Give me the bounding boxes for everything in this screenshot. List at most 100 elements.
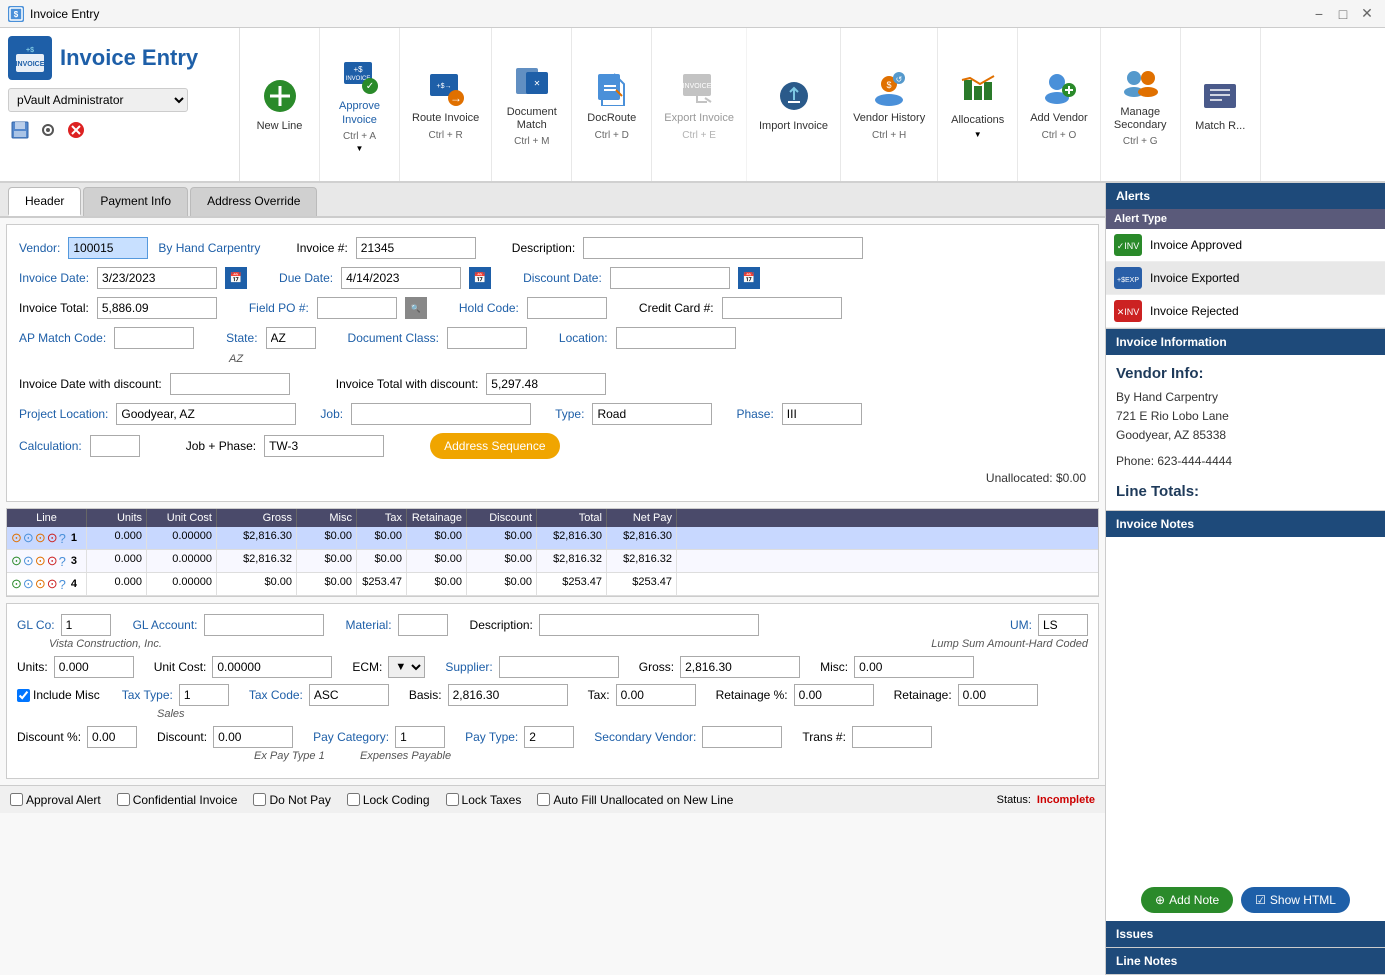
tax-input[interactable]	[616, 684, 696, 706]
row4-icon4[interactable]: ⊙	[47, 576, 58, 592]
table-row[interactable]: ⊙ ⊙ ⊙ ⊙ ? 1 0.000 0.00000 $2,816.30 $0.0…	[7, 527, 1098, 550]
pay-category-input[interactable]	[395, 726, 445, 748]
tab-address-override[interactable]: Address Override	[190, 187, 317, 216]
row1-icon2[interactable]: ⊙	[23, 530, 34, 546]
gl-account-input[interactable]	[204, 614, 324, 636]
confidential-invoice-checkbox[interactable]	[117, 793, 130, 806]
row3-icon4[interactable]: ⊙	[47, 553, 58, 569]
row3-icon3[interactable]: ⊙	[35, 553, 46, 569]
material-input[interactable]	[398, 614, 448, 636]
table-row[interactable]: ⊙ ⊙ ⊙ ⊙ ? 4 0.000 0.00000 $0.00 $0.00 $2…	[7, 573, 1098, 596]
field-po-lookup[interactable]: 🔍	[405, 297, 427, 319]
import-invoice-button[interactable]: Import Invoice	[747, 28, 841, 181]
invoice-num-input[interactable]	[356, 237, 476, 259]
lock-coding-checkbox[interactable]	[347, 793, 360, 806]
invoice-total-discount-input[interactable]	[486, 373, 606, 395]
manage-secondary-button[interactable]: ManageSecondary Ctrl + G	[1101, 28, 1181, 181]
row4-icon3[interactable]: ⊙	[35, 576, 46, 592]
row4-icon1[interactable]: ⊙	[11, 576, 22, 592]
discount-pct-input[interactable]	[87, 726, 137, 748]
tax-type-input[interactable]	[179, 684, 229, 706]
do-not-pay-checkbox[interactable]	[253, 793, 266, 806]
route-invoice-button[interactable]: +$→ → Route Invoice Ctrl + R	[400, 28, 492, 181]
phase-input[interactable]	[782, 403, 862, 425]
description-input[interactable]	[583, 237, 863, 259]
secondary-vendor-input[interactable]	[702, 726, 782, 748]
auto-fill-checkbox[interactable]	[537, 793, 550, 806]
ecm-select[interactable]: ▼	[388, 656, 425, 678]
row3-icon2[interactable]: ⊙	[23, 553, 34, 569]
vendor-history-button[interactable]: $ ↺ Vendor History Ctrl + H	[841, 28, 938, 181]
save-button[interactable]	[8, 118, 32, 142]
maximize-button[interactable]: □	[1333, 4, 1353, 24]
invoice-date-calendar[interactable]: 📅	[225, 267, 247, 289]
alert-row-exported[interactable]: +$EXP Invoice Exported	[1106, 262, 1385, 295]
field-po-input[interactable]	[317, 297, 397, 319]
misc-input[interactable]	[854, 656, 974, 678]
ap-match-input[interactable]	[114, 327, 194, 349]
job-input[interactable]	[351, 403, 531, 425]
approval-alert-checkbox[interactable]	[10, 793, 23, 806]
invoice-date-input[interactable]	[97, 267, 217, 289]
tab-payment-info[interactable]: Payment Info	[83, 187, 188, 216]
hold-code-input[interactable]	[527, 297, 607, 319]
row3-icon5[interactable]: ?	[59, 554, 66, 569]
include-misc-checkbox[interactable]	[17, 689, 30, 702]
um-input[interactable]	[1038, 614, 1088, 636]
alert-row-approved[interactable]: ✓INV Invoice Approved	[1106, 229, 1385, 262]
user-select[interactable]: pVault Administrator	[8, 88, 188, 112]
add-vendor-button[interactable]: Add Vendor Ctrl + O	[1018, 28, 1101, 181]
export-invoice-button[interactable]: INVOICE Export Invoice Ctrl + E	[652, 28, 747, 181]
trans-num-input[interactable]	[852, 726, 932, 748]
alert-row-rejected[interactable]: ✕INV Invoice Rejected	[1106, 295, 1385, 328]
gross-input[interactable]	[680, 656, 800, 678]
row1-icon4[interactable]: ⊙	[47, 530, 58, 546]
tax-code-input[interactable]	[309, 684, 389, 706]
match-r-button[interactable]: Match R...	[1181, 28, 1261, 181]
ld-description-input[interactable]	[539, 614, 759, 636]
row3-icon1[interactable]: ⊙	[11, 553, 22, 569]
location-input[interactable]	[616, 327, 736, 349]
basis-input[interactable]	[448, 684, 568, 706]
type-input[interactable]	[592, 403, 712, 425]
due-date-input[interactable]	[341, 267, 461, 289]
invoice-date-discount-input[interactable]	[170, 373, 290, 395]
tab-header[interactable]: Header	[8, 187, 81, 216]
supplier-input[interactable]	[499, 656, 619, 678]
due-date-calendar[interactable]: 📅	[469, 267, 491, 289]
settings-button[interactable]	[36, 118, 60, 142]
credit-card-input[interactable]	[722, 297, 842, 319]
add-note-button[interactable]: ⊕ Add Note	[1141, 887, 1233, 913]
row1-icon3[interactable]: ⊙	[35, 530, 46, 546]
approve-invoice-button[interactable]: +$ INVOICE ✓ ApproveInvoice Ctrl + A ▼	[320, 28, 400, 181]
invoice-total-input[interactable]	[97, 297, 217, 319]
document-match-button[interactable]: ✕ DocumentMatch Ctrl + M	[492, 28, 572, 181]
state-input[interactable]	[266, 327, 316, 349]
lock-taxes-checkbox[interactable]	[446, 793, 459, 806]
calculation-input[interactable]	[90, 435, 140, 457]
row1-icon1[interactable]: ⊙	[11, 530, 22, 546]
row4-icon5[interactable]: ?	[59, 577, 66, 592]
minimize-button[interactable]: −	[1309, 4, 1329, 24]
allocations-button[interactable]: Allocations ▼	[938, 28, 1018, 181]
show-html-button[interactable]: ☑ Show HTML	[1241, 887, 1350, 913]
address-sequence-button[interactable]: Address Sequence	[430, 433, 559, 459]
row4-icon2[interactable]: ⊙	[23, 576, 34, 592]
unit-cost-input[interactable]	[212, 656, 332, 678]
table-row[interactable]: ⊙ ⊙ ⊙ ⊙ ? 3 0.000 0.00000 $2,816.32 $0.0…	[7, 550, 1098, 573]
discount-date-calendar[interactable]: 📅	[738, 267, 760, 289]
units-input[interactable]	[54, 656, 134, 678]
docroute-button[interactable]: DocRoute Ctrl + D	[572, 28, 652, 181]
retainage-pct-input[interactable]	[794, 684, 874, 706]
gl-co-input[interactable]	[61, 614, 111, 636]
retainage-input[interactable]	[958, 684, 1038, 706]
row1-icon5[interactable]: ?	[59, 531, 66, 546]
document-class-input[interactable]	[447, 327, 527, 349]
close-button[interactable]: ✕	[1357, 4, 1377, 24]
discount-date-input[interactable]	[610, 267, 730, 289]
discount-input-ld[interactable]	[213, 726, 293, 748]
close-record-button[interactable]	[64, 118, 88, 142]
project-location-input[interactable]	[116, 403, 296, 425]
pay-type-input[interactable]	[524, 726, 574, 748]
job-phase-input[interactable]	[264, 435, 384, 457]
